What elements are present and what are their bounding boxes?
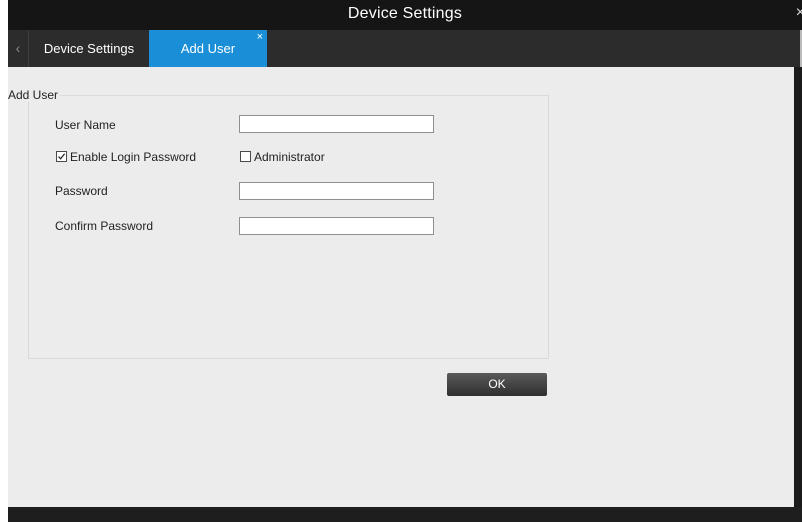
username-label: User Name (55, 118, 116, 132)
username-input[interactable] (239, 115, 434, 133)
main-content: Add User User Name Enable Login Password… (8, 67, 794, 507)
groupbox-title: Add User (8, 88, 61, 102)
enable-login-password-label: Enable Login Password (70, 150, 197, 164)
ok-button[interactable]: OK (447, 373, 547, 396)
window-close-icon[interactable]: × (796, 5, 802, 21)
password-label: Password (55, 184, 108, 198)
tab-add-user[interactable]: Add User × (149, 30, 267, 67)
status-bar (8, 507, 802, 522)
window-title: Device Settings (347, 5, 463, 22)
confirm-password-label: Confirm Password (55, 219, 154, 233)
confirm-password-input[interactable] (239, 217, 434, 235)
tab-close-icon[interactable]: × (257, 32, 263, 43)
password-input[interactable] (239, 182, 434, 200)
tab-bar: ‹ Device Settings Add User × (8, 30, 802, 67)
app-window: Device Settings × ‹ Device Settings Add … (0, 0, 802, 522)
tab-device-settings[interactable]: Device Settings (30, 30, 148, 67)
administrator-label: Administrator (254, 150, 325, 164)
chevron-left-icon[interactable]: ‹ (8, 30, 29, 67)
tab-label: Add User (180, 41, 236, 56)
administrator-checkbox[interactable] (240, 151, 251, 162)
window-edge (0, 0, 8, 522)
enable-login-password-checkbox[interactable] (56, 151, 67, 162)
checkmark-icon (58, 153, 66, 160)
tab-label: Device Settings (43, 41, 135, 56)
title-bar: Device Settings × (8, 0, 802, 30)
